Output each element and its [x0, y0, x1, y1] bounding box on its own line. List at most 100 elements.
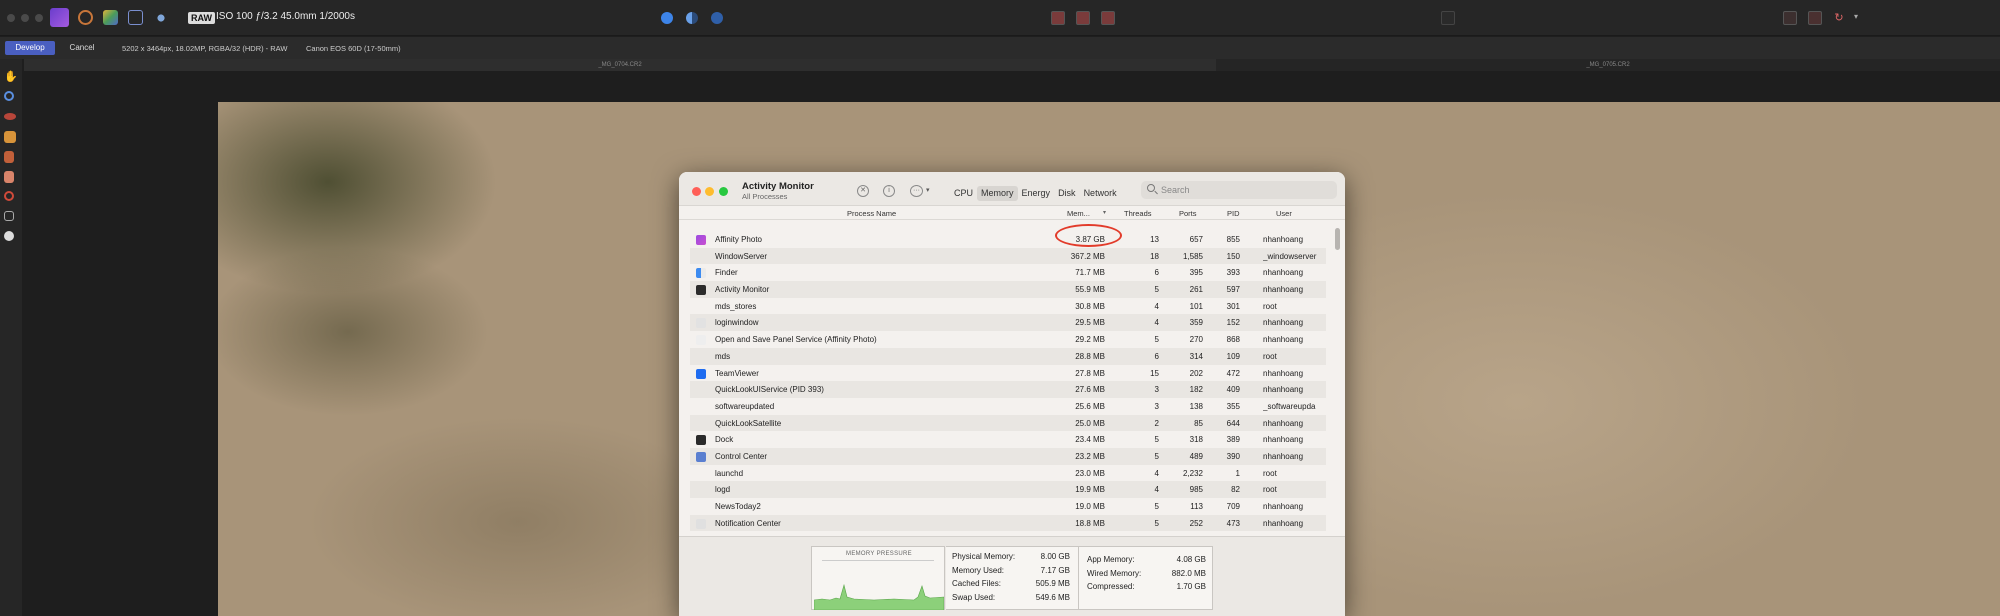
clipping-shadows-icon[interactable] — [1051, 11, 1065, 25]
table-row[interactable]: loginwindow 29.5 MB 4 359 152 nhanhoang — [690, 314, 1326, 332]
window-close-button[interactable] — [7, 14, 15, 22]
search-field[interactable]: Search — [1141, 181, 1337, 199]
tab-network[interactable]: Network — [1080, 186, 1121, 201]
table-row[interactable]: launchd 23.0 MB 4 2,232 1 root — [690, 465, 1326, 482]
white-balance-tool-icon[interactable] — [4, 231, 14, 241]
table-row[interactable]: Open and Save Panel Service (Affinity Ph… — [690, 331, 1326, 348]
user-value: nhanhoang — [1263, 451, 1304, 461]
stat-value: 8.00 GB — [1040, 552, 1070, 561]
assistant-icon[interactable] — [1441, 11, 1455, 25]
affinity-photo-icon — [696, 235, 706, 245]
develop-button[interactable]: Develop — [5, 41, 55, 55]
column-memory[interactable]: Mem... — [1067, 209, 1090, 218]
ports-value: 489 — [1189, 451, 1203, 461]
overlay-erase-icon[interactable] — [4, 171, 14, 183]
zoom-tool-icon[interactable] — [4, 91, 14, 101]
overlay-view-icon[interactable] — [661, 12, 673, 24]
memory-value: 71.7 MB — [1075, 268, 1105, 278]
clipping-midtones-icon[interactable] — [1076, 11, 1090, 25]
memory-value: 23.2 MB — [1075, 451, 1105, 461]
memory-value: 19.0 MB — [1075, 502, 1105, 511]
scrollbar[interactable] — [1335, 228, 1340, 250]
threads-value: 13 — [1150, 235, 1159, 244]
chevron-down-icon[interactable]: ▾ — [926, 186, 930, 194]
memory-value: 30.8 MB — [1075, 301, 1105, 311]
document-tab[interactable]: _MG_0704.CR2 — [24, 59, 1216, 71]
user-value: root — [1263, 485, 1277, 495]
threads-value: 2 — [1154, 418, 1159, 428]
close-button[interactable] — [692, 187, 701, 196]
share-persona-icon[interactable] — [153, 10, 169, 26]
zoom-button[interactable] — [719, 187, 728, 196]
threads-value: 5 — [1154, 435, 1159, 445]
crop-tool-icon[interactable] — [4, 211, 14, 221]
table-row[interactable]: Dock 23.4 MB 5 318 389 nhanhoang — [690, 431, 1326, 448]
minimize-button[interactable] — [705, 187, 714, 196]
memory-value: 25.6 MB — [1075, 401, 1105, 411]
tab-disk[interactable]: Disk — [1054, 186, 1080, 201]
table-row[interactable]: WindowServer 367.2 MB 18 1,585 150 _windowser… — [690, 247, 1326, 265]
pid-value: 409 — [1226, 385, 1240, 395]
memory-pressure-box: MEMORY PRESSURE — [811, 546, 945, 610]
rotate-icon[interactable]: ↻ — [1832, 11, 1846, 25]
column-threads[interactable]: Threads — [1124, 209, 1152, 218]
ports-value: 113 — [1190, 502, 1203, 511]
more-options-icon[interactable]: ··· — [910, 185, 923, 197]
mirror-view-icon[interactable] — [711, 12, 723, 24]
stat-label: Swap Used: — [952, 592, 996, 602]
table-row[interactable]: Activity Monitor 55.9 MB 5 261 597 nhanhoang — [690, 281, 1326, 298]
photo-persona-icon[interactable] — [103, 10, 118, 25]
window-minimize-button[interactable] — [21, 14, 29, 22]
table-row[interactable]: mds_stores 30.8 MB 4 101 301 root — [690, 298, 1326, 315]
pid-value: 597 — [1226, 285, 1240, 295]
split-view-icon[interactable] — [686, 12, 698, 24]
column-process-name[interactable]: Process Name — [847, 209, 896, 218]
user-value: nhanhoang — [1263, 368, 1304, 378]
process-name: NewsToday2 — [715, 502, 761, 511]
red-eye-tool-icon[interactable] — [4, 113, 16, 120]
table-row[interactable]: QuickLookUIService (PID 393) 27.6 MB 3 182 4… — [690, 381, 1326, 398]
stop-process-icon[interactable]: ✕ — [857, 185, 869, 197]
overlay-paint-icon[interactable] — [4, 151, 14, 163]
table-row[interactable]: Finder 71.7 MB 6 395 393 nhanhoang — [690, 264, 1326, 281]
user-value: root — [1263, 351, 1277, 361]
pid-value: 473 — [1226, 518, 1240, 528]
table-row[interactable]: Affinity Photo 3.87 GB 13 657 855 nhanhoang — [690, 231, 1326, 248]
window-zoom-button[interactable] — [35, 14, 43, 22]
column-pid[interactable]: PID — [1227, 209, 1240, 218]
tab-cpu[interactable]: CPU — [950, 186, 977, 201]
color-wheel-icon[interactable] — [78, 10, 93, 25]
table-row[interactable]: mds 28.8 MB 6 314 109 root — [690, 347, 1326, 365]
document-tab[interactable]: _MG_0705.CR2 — [1216, 59, 2000, 71]
table-row[interactable]: softwareupdated 25.6 MB 3 138 355 _softwareup… — [690, 398, 1326, 415]
tab-memory[interactable]: Memory — [977, 186, 1018, 201]
clipping-highlights-icon[interactable] — [1101, 11, 1115, 25]
column-user[interactable]: User — [1276, 209, 1292, 218]
before-after-icon[interactable] — [1808, 11, 1822, 25]
radial-gradient-icon[interactable] — [4, 191, 14, 201]
info-icon[interactable]: i — [883, 185, 895, 197]
process-name: Notification Center — [715, 518, 781, 528]
user-value: nhanhoang — [1263, 268, 1304, 278]
table-row[interactable]: QuickLookSatellite 25.0 MB 2 85 644 nhanhoang — [690, 414, 1326, 432]
develop-persona-icon[interactable] — [50, 8, 69, 27]
table-row[interactable]: logd 19.9 MB 4 985 82 root — [690, 481, 1326, 498]
chevron-down-icon[interactable]: ▾ — [1854, 12, 1858, 21]
grid-view-icon[interactable] — [1783, 11, 1797, 25]
table-row[interactable]: TeamViewer 27.8 MB 15 202 472 nhanhoang — [690, 365, 1326, 382]
threads-value: 4 — [1154, 468, 1159, 478]
ports-value: 318 — [1189, 435, 1203, 445]
table-row[interactable]: Control Center 23.2 MB 5 489 390 nhanhoang — [690, 447, 1326, 465]
threads-value: 5 — [1154, 335, 1159, 345]
memory-pressure-title: MEMORY PRESSURE — [846, 551, 912, 557]
cancel-button[interactable]: Cancel — [60, 41, 104, 55]
column-ports[interactable]: Ports — [1179, 209, 1197, 218]
tab-energy[interactable]: Energy — [1018, 186, 1055, 201]
user-value: nhanhoang — [1263, 318, 1304, 328]
raw-badge: RAW — [188, 12, 215, 24]
table-row[interactable]: Notification Center 18.8 MB 5 252 473 nhanhoa… — [690, 514, 1326, 532]
table-row[interactable]: NewsToday2 19.0 MB 5 113 709 nhanhoang — [690, 498, 1326, 515]
liquify-persona-icon[interactable] — [128, 10, 143, 25]
blemish-tool-icon[interactable] — [4, 131, 16, 143]
hand-tool-icon[interactable]: ✋ — [4, 71, 18, 83]
